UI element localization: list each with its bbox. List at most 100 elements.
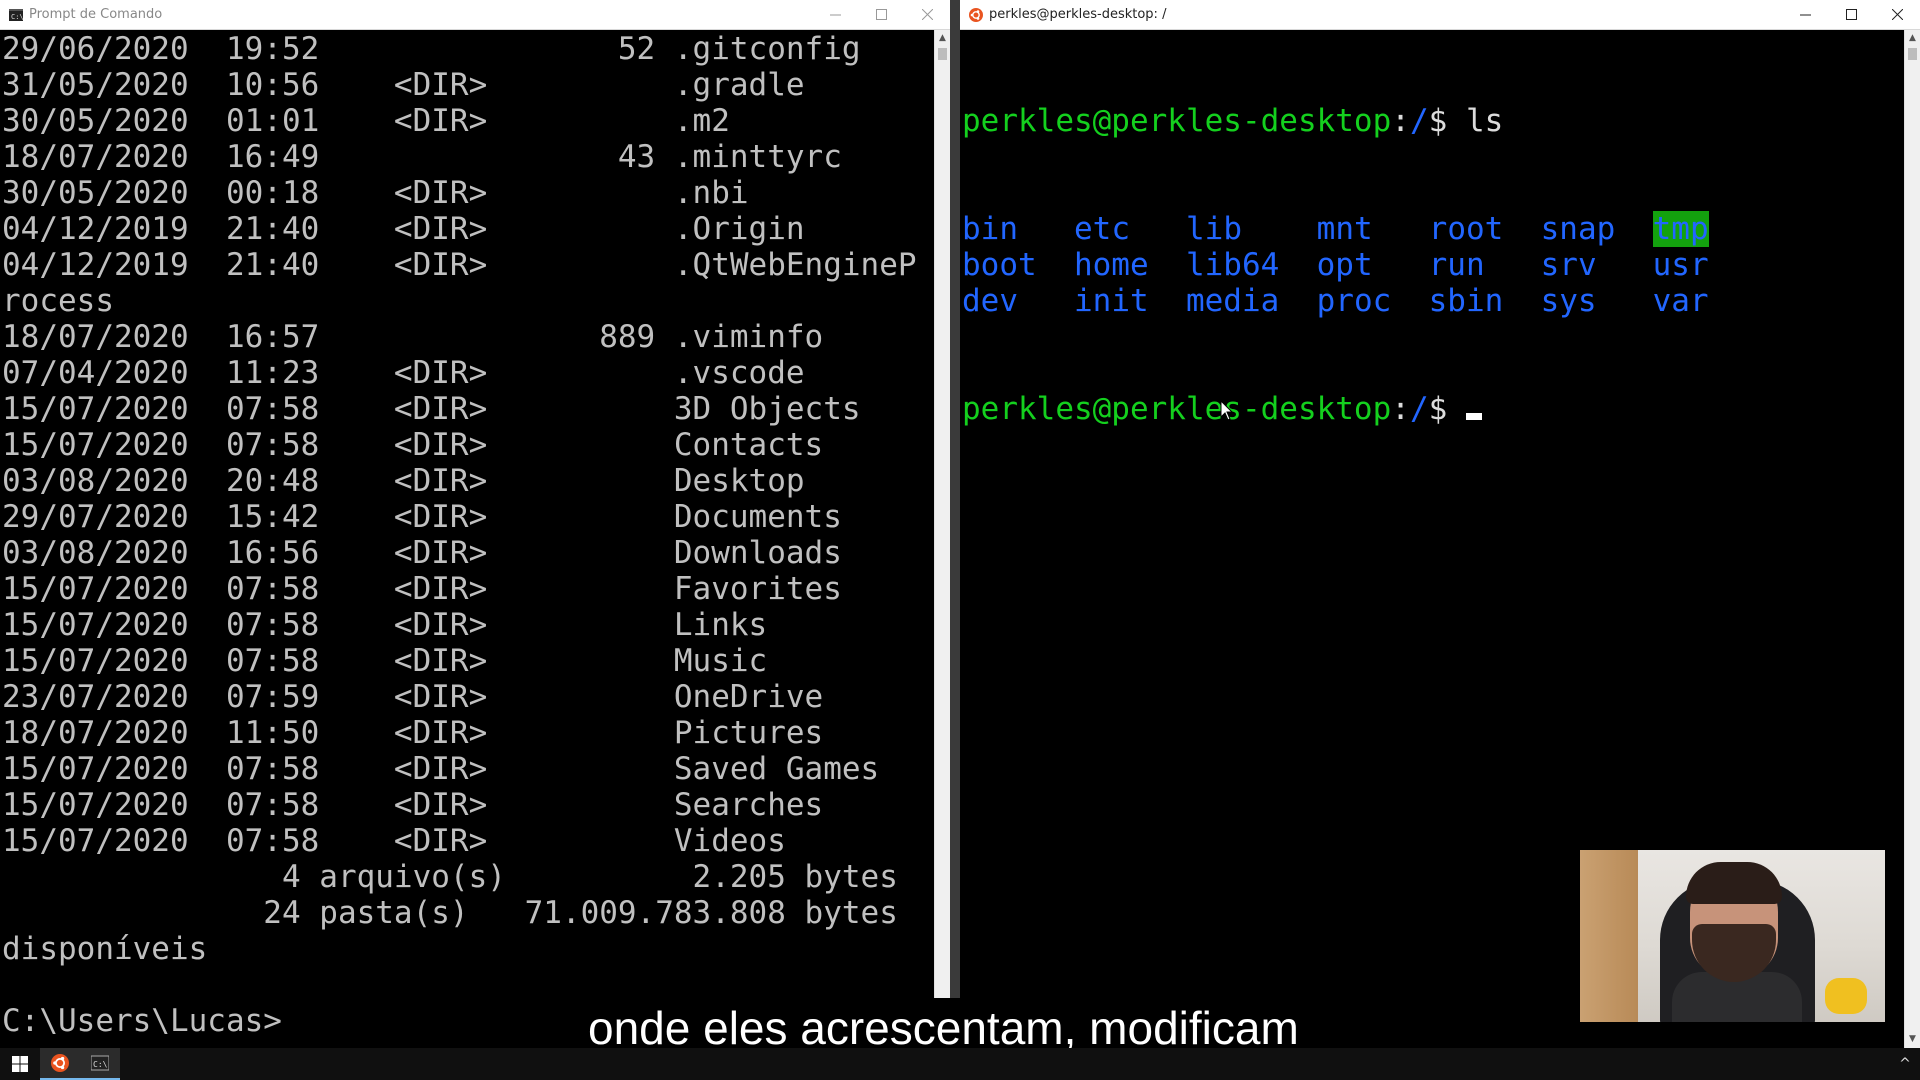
cmd-output-line: 30/05/2020 00:18 <DIR> .nbi: [2, 175, 749, 211]
ls-output-line: boot home lib64 opt run srv usr: [962, 247, 1904, 283]
prompt-user: perkles@perkles-desktop: [962, 391, 1392, 427]
cmd-output-line: 31/05/2020 10:56 <DIR> .gradle: [2, 67, 805, 103]
minimize-icon: [829, 14, 841, 16]
cmd-output-line: disponíveis: [2, 931, 208, 967]
maximize-icon: [875, 9, 887, 20]
cmd-titlebar[interactable]: C:\ Prompt de Comando: [0, 0, 950, 30]
cmd-output-line: 15/07/2020 07:58 <DIR> Links: [2, 607, 768, 643]
scrollbar-thumb[interactable]: [1908, 48, 1917, 60]
cmd-output-line: 18/07/2020 11:50 <DIR> Pictures: [2, 715, 824, 751]
ls-entry-bin: bin: [962, 211, 1018, 247]
scroll-up-icon[interactable]: ▲: [935, 30, 950, 47]
ls-entry-media: media: [1185, 283, 1280, 319]
cmd-window[interactable]: C:\ Prompt de Comando 29/06/2020 19:52 5…: [0, 0, 950, 1048]
cmd-output-line: 30/05/2020 01:01 <DIR> .m2: [2, 103, 730, 139]
cmd-output-line: 18/07/2020 16:49 43 .minttyrc: [2, 139, 842, 175]
ls-entry-sbin: sbin: [1428, 283, 1504, 319]
ls-entry-lib64: lib64: [1185, 247, 1280, 283]
ls-entry-init: init: [1074, 283, 1149, 319]
taskbar-ubuntu[interactable]: [40, 1048, 80, 1080]
prompt-line-active[interactable]: perkles@perkles-desktop:/$: [962, 391, 1904, 427]
ls-output: bin etc lib mnt root snap tmp boot home l…: [962, 211, 1904, 319]
cmd-output-line: 15/07/2020 07:58 <DIR> Favorites: [2, 571, 842, 607]
cmd-output-line: rocess: [2, 283, 114, 319]
wsl-scrollbar[interactable]: ▲ ▼: [1904, 30, 1920, 1048]
cmd-output-line: 03/08/2020 20:48 <DIR> Desktop: [2, 463, 805, 499]
cmd-terminal-output[interactable]: 29/06/2020 19:52 52 .gitconfig 31/05/2020…: [2, 30, 934, 1048]
prompt-line: perkles@perkles-desktop:/$ ls: [962, 103, 1904, 139]
ls-entry-srv: srv: [1540, 247, 1597, 283]
wsl-titlebar[interactable]: perkles@perkles-desktop: /: [960, 0, 1920, 30]
ls-entry-run: run: [1428, 247, 1485, 283]
cmd-output-line: 24 pasta(s) 71.009.783.808 bytes: [2, 895, 898, 931]
ls-entry-root: root: [1428, 211, 1504, 247]
cmd-icon: C:\: [91, 1055, 109, 1071]
webcam-person-hair: [1686, 862, 1782, 904]
taskbar-cmd[interactable]: C:\: [80, 1048, 120, 1080]
cmd-output-line: 29/07/2020 15:42 <DIR> Documents: [2, 499, 842, 535]
ubuntu-icon: [969, 7, 983, 22]
prompt-symbol: $: [1428, 103, 1448, 139]
cmd-window-title: Prompt de Comando: [29, 7, 163, 22]
webcam-background-door: [1580, 850, 1638, 1022]
scrollbar-thumb[interactable]: [938, 48, 947, 60]
ls-entry-sys: sys: [1540, 283, 1597, 319]
maximize-icon: [1845, 9, 1857, 20]
ls-entry-home: home: [1073, 247, 1149, 283]
maximize-button[interactable]: [1828, 0, 1874, 30]
webcam-overlay: [1580, 850, 1885, 1022]
prompt-path: /: [1409, 391, 1429, 427]
taskbar[interactable]: C:\ ^: [0, 1048, 1920, 1080]
minimize-icon: [1799, 14, 1811, 16]
ls-entry-proc: proc: [1316, 283, 1392, 319]
scroll-up-icon[interactable]: ▲: [1905, 30, 1920, 47]
cmd-output-line: 15/07/2020 07:58 <DIR> Contacts: [2, 427, 824, 463]
prompt-separator: :: [1391, 391, 1410, 427]
ls-entry-tmp: tmp: [1652, 211, 1709, 247]
close-button[interactable]: [1874, 0, 1920, 30]
prompt-path: /: [1409, 103, 1429, 139]
ls-entry-opt: opt: [1316, 247, 1373, 283]
close-button[interactable]: [904, 0, 950, 30]
cmd-output-line: 23/07/2020 07:59 <DIR> OneDrive: [2, 679, 824, 715]
cmd-output-line: 15/07/2020 07:58 <DIR> Music: [2, 643, 768, 679]
cmd-output-line: 07/04/2020 11:23 <DIR> .vscode: [2, 355, 805, 391]
cmd-output-line: 15/07/2020 07:58 <DIR> 3D Objects: [2, 391, 861, 427]
svg-text:C:\: C:\: [93, 1060, 108, 1069]
ls-entry-usr: usr: [1652, 247, 1709, 283]
text-cursor: [1465, 413, 1482, 420]
ls-entry-dev: dev: [962, 283, 1018, 319]
window-divider: [950, 0, 960, 1048]
cmd-output-line: 18/07/2020 16:57 889 .viminfo: [2, 319, 824, 355]
ls-output-line: bin etc lib mnt root snap tmp: [962, 211, 1904, 247]
minimize-button[interactable]: [1782, 0, 1828, 30]
cmd-icon: C:\: [9, 8, 23, 21]
cmd-output-line: 15/07/2020 07:58 <DIR> Videos: [2, 823, 786, 859]
scroll-down-icon[interactable]: ▼: [1905, 1031, 1920, 1048]
svg-text:C:\: C:\: [11, 13, 23, 21]
prompt-symbol: $: [1428, 391, 1448, 427]
cmd-output-line: 15/07/2020 07:58 <DIR> Searches: [2, 787, 824, 823]
ls-output-line: dev init media proc sbin sys var: [962, 283, 1904, 319]
cmd-output-line: 03/08/2020 16:56 <DIR> Downloads: [2, 535, 842, 571]
ls-entry-var: var: [1652, 283, 1709, 319]
ubuntu-icon: [51, 1054, 69, 1072]
maximize-button[interactable]: [858, 0, 904, 30]
ls-entry-boot: boot: [962, 247, 1037, 283]
close-icon: [921, 9, 933, 20]
cmd-scrollbar[interactable]: ▲ ▼: [934, 30, 950, 1048]
prompt-separator: :: [1391, 103, 1410, 139]
prompt-user: perkles@perkles-desktop: [962, 103, 1392, 139]
wsl-window-title: perkles@perkles-desktop: /: [989, 7, 1167, 22]
chevron-up-icon[interactable]: ^: [1890, 1056, 1920, 1072]
mouse-pointer-icon: [1220, 400, 1234, 421]
cmd-output-line: 15/07/2020 07:58 <DIR> Saved Games: [2, 751, 880, 787]
start-button[interactable]: [0, 1048, 40, 1080]
ls-entry-snap: snap: [1540, 211, 1616, 247]
minimize-button[interactable]: [812, 0, 858, 30]
cmd-output-line: 04/12/2019 21:40 <DIR> .Origin: [2, 211, 805, 247]
cmd-output-line: 29/06/2020 19:52 52 .gitconfig: [2, 31, 861, 67]
cmd-output-line: 4 arquivo(s) 2.205 bytes: [2, 859, 898, 895]
ls-entry-lib: lib: [1186, 211, 1242, 247]
ls-entry-mnt: mnt: [1316, 211, 1373, 247]
